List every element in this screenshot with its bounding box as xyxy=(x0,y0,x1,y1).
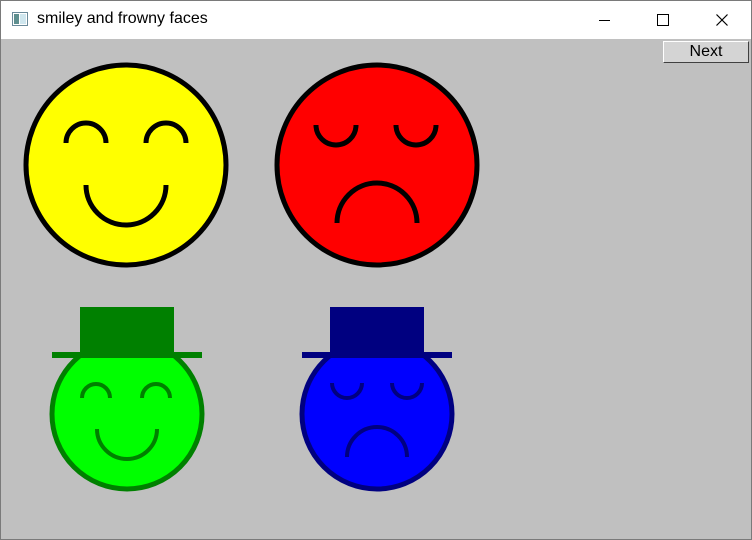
minimize-button[interactable] xyxy=(575,1,633,39)
hat-brim xyxy=(52,352,202,358)
faces-canvas xyxy=(23,62,480,492)
maximize-button[interactable] xyxy=(633,1,691,39)
hat-crown xyxy=(80,307,174,353)
minimize-icon xyxy=(599,20,610,21)
close-button[interactable] xyxy=(693,1,751,39)
face-circle xyxy=(23,62,229,268)
hat-crown xyxy=(330,307,424,353)
window-title: smiley and frowny faces xyxy=(37,10,208,27)
face-circle xyxy=(274,62,480,268)
title-bar[interactable]: smiley and frowny faces xyxy=(1,1,751,39)
app-window: smiley and frowny faces Next xyxy=(0,0,752,540)
face-circle xyxy=(299,336,455,492)
green-smiley-face-with-hat xyxy=(49,307,205,492)
hat-brim xyxy=(302,352,452,358)
drawing-area: Next xyxy=(1,39,751,539)
face-circle xyxy=(49,336,205,492)
close-icon xyxy=(716,14,728,26)
red-frowny-face xyxy=(274,62,480,268)
blue-frowny-face-with-hat xyxy=(299,307,455,492)
maximize-icon xyxy=(657,14,669,26)
window-app-icon xyxy=(12,12,28,26)
yellow-smiley-face xyxy=(23,62,229,268)
